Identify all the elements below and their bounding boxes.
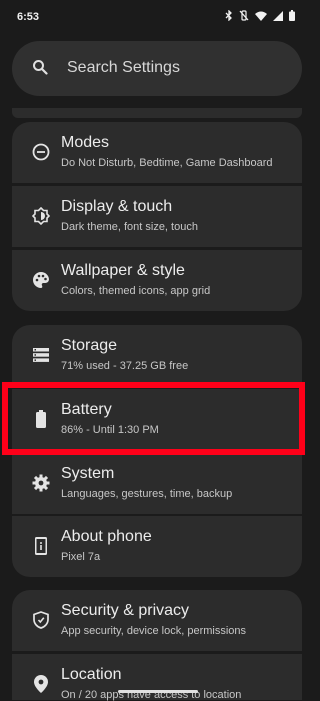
search-placeholder: Search Settings	[67, 59, 180, 76]
battery-icon	[30, 408, 52, 430]
settings-item-system[interactable]: System Languages, gestures, time, backup	[12, 453, 302, 514]
settings-item-location[interactable]: Location On / 20 apps have access to loc…	[12, 654, 302, 701]
status-icons	[225, 10, 295, 21]
settings-item-title: Wallpaper & style	[61, 262, 185, 279]
modes-icon	[30, 141, 52, 163]
location-icon	[30, 673, 52, 695]
settings-item-modes[interactable]: Modes Do Not Disturb, Bedtime, Game Dash…	[12, 122, 302, 183]
status-bar: 6:53	[0, 0, 315, 34]
settings-item-title: Modes	[61, 134, 110, 151]
settings-item-title: Storage	[61, 337, 118, 354]
settings-item-subtitle: Languages, gestures, time, backup	[61, 488, 233, 500]
wifi-icon	[255, 11, 267, 21]
bluetooth-icon	[225, 10, 233, 21]
phone-info-icon	[30, 535, 52, 557]
settings-item-title: Location	[61, 666, 122, 683]
settings-item-subtitle: Pixel 7a	[61, 551, 101, 563]
gear-icon	[30, 472, 52, 494]
settings-item-display[interactable]: Display & touch Dark theme, font size, t…	[12, 186, 302, 247]
settings-item-subtitle: Colors, themed icons, app grid	[61, 285, 211, 297]
settings-item-subtitle: App security, device lock, permissions	[61, 625, 247, 637]
partial-list-item	[12, 108, 302, 118]
settings-item-subtitle: Dark theme, font size, touch	[61, 221, 198, 233]
vibrate-off-icon	[239, 10, 249, 21]
search-icon	[32, 59, 48, 80]
shield-icon	[30, 609, 52, 631]
settings-item-about-phone[interactable]: About phone Pixel 7a	[12, 516, 302, 577]
battery-status-icon	[289, 10, 295, 21]
settings-item-title: System	[61, 465, 115, 482]
palette-icon	[30, 269, 52, 291]
settings-item-subtitle: Do Not Disturb, Bedtime, Game Dashboard	[61, 157, 273, 169]
settings-item-subtitle: 71% used - 37.25 GB free	[61, 360, 189, 372]
storage-icon	[30, 344, 52, 366]
home-indicator[interactable]	[118, 690, 198, 693]
settings-item-title: About phone	[61, 528, 152, 545]
display-icon	[30, 205, 52, 227]
status-time: 6:53	[17, 11, 40, 23]
settings-item-subtitle: 86% - Until 1:30 PM	[61, 424, 159, 436]
search-bar[interactable]: Search Settings	[12, 41, 302, 96]
settings-item-title: Battery	[61, 401, 112, 418]
settings-item-title: Security & privacy	[61, 602, 190, 619]
settings-item-battery[interactable]: Battery 86% - Until 1:30 PM	[12, 389, 302, 450]
settings-item-storage[interactable]: Storage 71% used - 37.25 GB free	[12, 325, 302, 386]
settings-item-security[interactable]: Security & privacy App security, device …	[12, 590, 302, 651]
cell-signal-icon	[273, 10, 283, 21]
settings-item-wallpaper[interactable]: Wallpaper & style Colors, themed icons, …	[12, 250, 302, 311]
settings-item-title: Display & touch	[61, 198, 173, 215]
